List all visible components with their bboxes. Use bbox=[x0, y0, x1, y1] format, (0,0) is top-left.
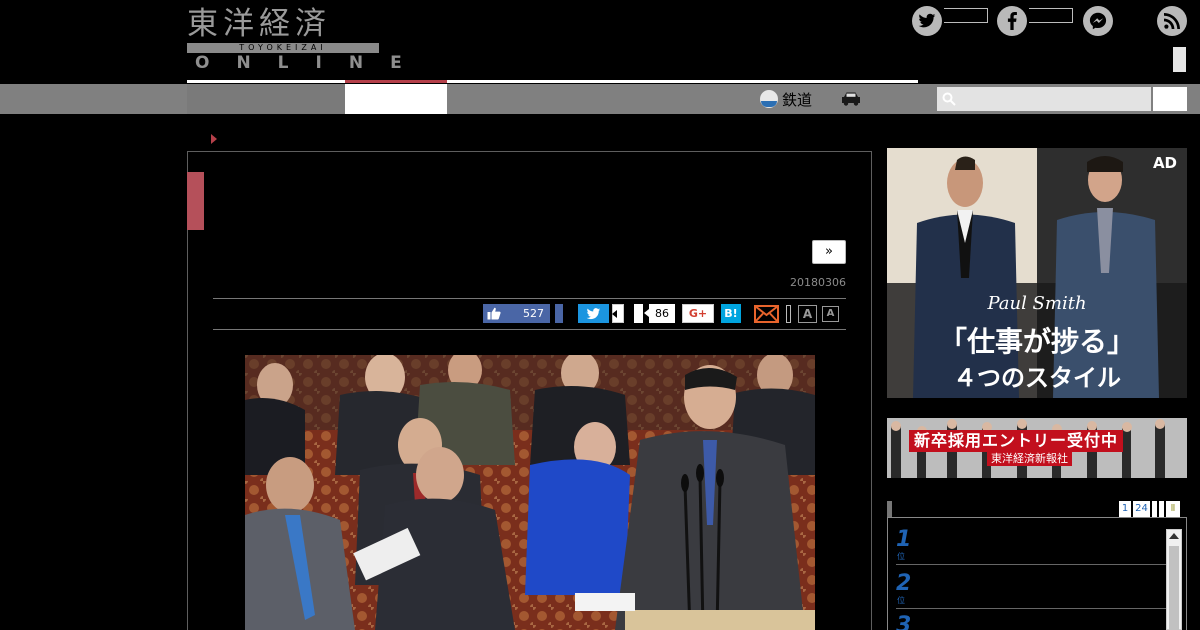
ad-brand: Paul Smith bbox=[987, 293, 1087, 314]
share-divider-top bbox=[213, 298, 846, 299]
share-count-button[interactable] bbox=[634, 304, 643, 323]
ranking-tabs: 1 24 Ⅱ bbox=[1119, 501, 1180, 517]
ad-subline: ４つのスタイル bbox=[953, 364, 1121, 392]
recruit-title: 新卒採用エントリー受付中 bbox=[909, 430, 1124, 452]
mail-icon[interactable] bbox=[754, 305, 779, 323]
ranking-number: 3 bbox=[896, 613, 912, 630]
facebook-share-button[interactable] bbox=[555, 304, 563, 323]
scrollbar-thumb[interactable] bbox=[1169, 546, 1179, 630]
ranking-unit: 位 bbox=[897, 596, 905, 605]
article-date: 20180306 bbox=[790, 276, 846, 289]
messenger-icon[interactable] bbox=[1083, 6, 1113, 36]
ad-headline: 「仕事が捗る」 bbox=[938, 325, 1135, 358]
train-icon bbox=[760, 90, 778, 108]
share-count: 86 bbox=[644, 304, 675, 323]
facebook-count-box bbox=[1029, 8, 1073, 23]
twitter-icon[interactable] bbox=[912, 6, 942, 36]
facebook-like-count: 527 bbox=[523, 307, 544, 320]
google-plus-button[interactable]: G+ bbox=[682, 304, 714, 323]
logo-subtitle: TOYOKEIZAI bbox=[239, 43, 327, 52]
nav-tab-railway[interactable]: 鉄道 bbox=[760, 87, 812, 111]
logo-online-text: ONLINE bbox=[195, 53, 429, 73]
ad-label: AD bbox=[1152, 154, 1177, 172]
ranking-unit: 位 bbox=[897, 552, 905, 561]
ranking-more-icon[interactable]: Ⅱ bbox=[1166, 501, 1180, 517]
ranking-header-mark bbox=[887, 501, 892, 517]
ranking-number: 2 bbox=[896, 571, 912, 596]
ranking-tab-24h[interactable]: 24 bbox=[1133, 501, 1150, 517]
ranking-number: 1 bbox=[896, 527, 912, 552]
nav-tab-active[interactable] bbox=[345, 84, 447, 114]
sidebar-ad[interactable]: AD Paul Smith 「仕事が捗る」 ４つのスタイル bbox=[887, 148, 1187, 398]
rss-icon[interactable] bbox=[1157, 6, 1187, 36]
recruit-company: 東洋経済新報社 bbox=[987, 452, 1072, 466]
share-divider-bottom bbox=[213, 329, 846, 330]
font-size-large-button[interactable]: A bbox=[798, 305, 817, 323]
nav-tab-home[interactable] bbox=[187, 84, 345, 114]
ranking-scrollbar[interactable] bbox=[1166, 529, 1182, 630]
next-page-button[interactable]: » bbox=[812, 240, 846, 264]
nav-top-border bbox=[187, 80, 918, 83]
search-icon bbox=[942, 92, 956, 106]
logo-japanese-text: 東洋経済 bbox=[187, 6, 331, 42]
ranking-tab-month[interactable] bbox=[1159, 501, 1164, 517]
ranking-item[interactable]: 1 位 bbox=[896, 527, 1166, 565]
nav-active-indicator bbox=[345, 80, 447, 83]
title-accent-bar bbox=[187, 172, 204, 230]
font-size-small-button[interactable]: A bbox=[822, 306, 839, 322]
site-logo[interactable]: 東洋経済 TOYOKEIZAI ONLINE bbox=[187, 6, 429, 73]
facebook-icon[interactable] bbox=[997, 6, 1027, 36]
twitter-bird-icon bbox=[586, 308, 601, 320]
hatena-bookmark-button[interactable]: B! bbox=[721, 304, 741, 323]
print-button[interactable] bbox=[786, 305, 791, 323]
article-photo bbox=[245, 355, 815, 630]
search-input[interactable] bbox=[937, 87, 1151, 111]
ranking-tab-week[interactable] bbox=[1152, 501, 1157, 517]
tweet-button[interactable] bbox=[578, 304, 609, 323]
ranking-tab-1h[interactable]: 1 bbox=[1119, 501, 1131, 517]
ranking-item[interactable]: 3 bbox=[896, 613, 1166, 630]
breadcrumb-arrow-icon bbox=[211, 134, 217, 144]
header-menu-button[interactable] bbox=[1173, 47, 1186, 72]
ranking-item[interactable]: 2 位 bbox=[896, 571, 1166, 609]
car-icon[interactable] bbox=[840, 91, 862, 106]
tweet-count-box bbox=[612, 304, 624, 323]
thumbs-up-icon bbox=[487, 307, 501, 320]
nav-tab-railway-label: 鉄道 bbox=[782, 90, 813, 109]
search-button[interactable] bbox=[1153, 87, 1187, 111]
recruit-banner[interactable]: 新卒採用エントリー受付中 東洋経済新報社 bbox=[887, 418, 1187, 478]
scroll-up-arrow-icon[interactable] bbox=[1169, 533, 1179, 539]
twitter-count-box bbox=[944, 8, 988, 23]
